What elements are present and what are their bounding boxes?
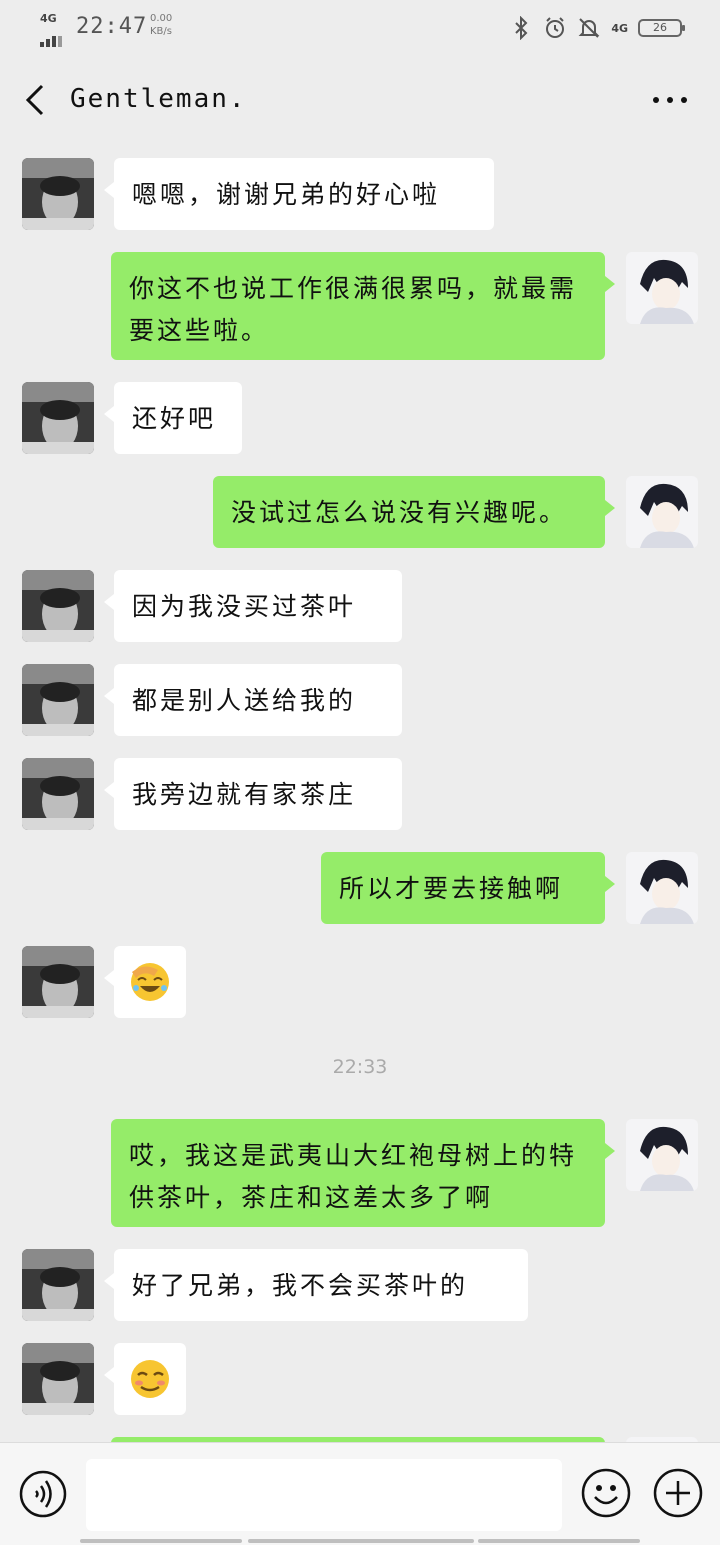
message-bubble-in[interactable] [104,1343,186,1415]
status-bar: 4G 22:47 0.00 KB/s 4G 26 [0,0,720,56]
battery-level: 26 [653,21,667,34]
message-bubble-out[interactable]: 你这不也说工作很满很累吗，就最需要这些啦。 [111,252,615,360]
message-timestamp: 22:33 [332,1056,388,1078]
contact-avatar[interactable] [22,946,94,1018]
nav-indicator [80,1539,242,1543]
status-time: 22:47 [76,14,148,39]
message-list[interactable]: 嗯嗯，谢谢兄弟的好心啦 你这不也说工作很满很累吗，就最需要这些啦。 还好吧 没试… [0,142,720,1442]
network-type: 4G [40,12,57,25]
nav-indicator [478,1539,640,1543]
alarm-icon [546,17,565,38]
message-bubble-out[interactable]: 哎，我这是武夷山大红袍母树上的特供茶叶，茶庄和这差太多了啊 [111,1119,615,1227]
chat-title: Gentleman. [70,84,247,114]
message-bubble-in[interactable]: 都是别人送给我的 [104,664,402,736]
speed-value: 0.00 [150,13,173,24]
message-bubble-in[interactable]: 还好吧 [104,382,242,454]
contact-avatar[interactable] [22,158,94,230]
plus-icon[interactable] [652,1467,704,1519]
my-avatar[interactable] [626,252,698,324]
my-avatar[interactable] [626,476,698,548]
voice-icon[interactable] [18,1469,68,1519]
message-bubble-in[interactable]: 嗯嗯，谢谢兄弟的好心啦 [104,158,494,230]
signal-icon: 4G [38,12,70,47]
my-avatar[interactable] [626,1119,698,1191]
battery-icon: 26 [638,19,685,37]
contact-avatar[interactable] [22,1343,94,1415]
more-dots-icon[interactable] [650,90,690,110]
contact-avatar[interactable] [22,1249,94,1321]
nav-indicator [248,1539,474,1543]
message-bubble-in[interactable] [104,946,186,1018]
emoji-icon[interactable] [580,1467,632,1519]
status-icons: 4G 26 [509,14,685,42]
bluetooth-icon [515,16,528,40]
my-avatar[interactable] [626,852,698,924]
contact-avatar[interactable] [22,382,94,454]
message-bubble-in[interactable]: 我旁边就有家茶庄 [104,758,402,830]
message-input[interactable] [86,1459,562,1531]
speed-unit: KB/s [150,26,172,37]
contact-avatar[interactable] [22,570,94,642]
message-bubble-in[interactable]: 好了兄弟，我不会买茶叶的 [104,1249,528,1321]
message-bubble-out[interactable]: 没试过怎么说没有兴趣呢。 [213,476,615,548]
mute-bell-icon [578,18,600,38]
message-bubble-out[interactable]: 所以才要去接触啊 [321,852,615,924]
chat-header: Gentleman. [0,56,720,142]
facepalm-laugh-emoji [131,963,169,1001]
network-type-right: 4G [611,21,628,35]
input-bar [0,1442,720,1545]
message-bubble-in[interactable]: 因为我没买过茶叶 [104,570,402,642]
chevron-left-icon[interactable] [20,80,52,120]
contact-avatar[interactable] [22,664,94,736]
contact-avatar[interactable] [22,758,94,830]
shy-smile-emoji [131,1360,169,1398]
network-speed: 0.00 KB/s [150,12,172,38]
